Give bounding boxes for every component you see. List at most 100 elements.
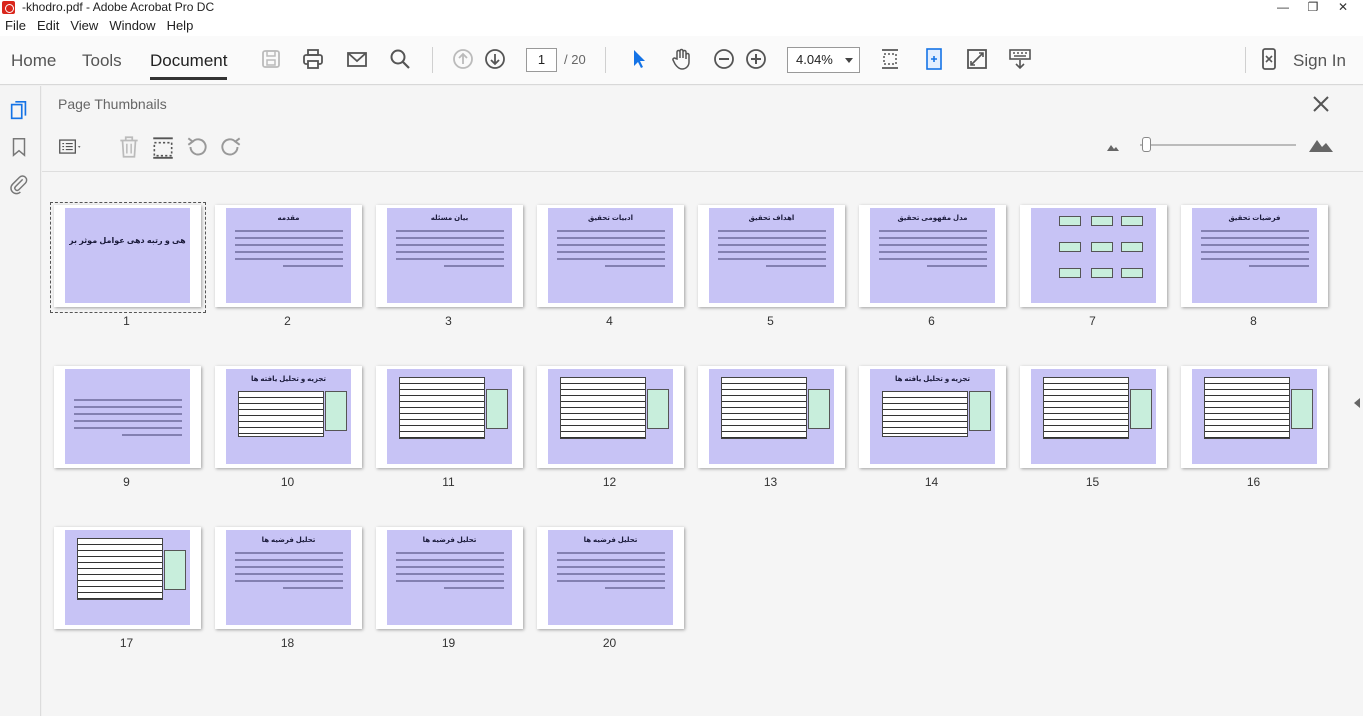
tab-tools[interactable]: Tools [82, 51, 122, 71]
page-number-label: 16 [1246, 475, 1261, 489]
page-thumbnail[interactable]: ادبیات تحقیق 4 [533, 202, 694, 328]
slide-table [882, 391, 968, 437]
slide-legend-box [808, 389, 830, 429]
menu-help[interactable]: Help [162, 17, 200, 36]
page-thumbnail[interactable]: تجزیه و تحلیل یافته ها 10 [211, 363, 372, 489]
select-cursor-icon[interactable] [626, 46, 652, 72]
menu-edit[interactable]: Edit [32, 17, 65, 36]
page-preview: مقدمه [215, 205, 362, 307]
minimize-button[interactable]: — [1268, 0, 1298, 14]
sign-in-link[interactable]: Sign In [1293, 51, 1346, 71]
slide-table [77, 538, 163, 600]
text-line [557, 573, 665, 575]
text-line [927, 265, 987, 267]
page-number-input[interactable]: 1 [526, 48, 557, 72]
page-thumbnail[interactable]: 12 [533, 363, 694, 489]
close-icon[interactable] [1309, 92, 1333, 116]
slide-image: اهداف تحقیق [709, 208, 834, 303]
text-line [1249, 265, 1309, 267]
page-thumbnail[interactable]: تجزیه و تحلیل یافته ها 14 [855, 363, 1016, 489]
rotate-view-icon[interactable] [921, 46, 947, 72]
rotate-right-icon[interactable] [218, 134, 244, 160]
menu-window[interactable]: Window [104, 17, 161, 36]
fit-page-icon[interactable] [877, 46, 903, 72]
text-line [235, 573, 343, 575]
thumbnail-size-slider-track[interactable] [1140, 144, 1296, 146]
slide-title: تحلیل فرضیه ها [583, 537, 638, 544]
large-thumbnail-icon[interactable] [1308, 136, 1334, 153]
small-thumbnail-icon[interactable] [1106, 142, 1120, 152]
page-preview: وزن دهی و رتبه دهی عوامل موثر بر [54, 205, 201, 307]
text-line [718, 251, 826, 253]
page-thumbnail[interactable]: وزن دهی و رتبه دهی عوامل موثر بر 1 [50, 202, 211, 328]
page-thumbnail[interactable]: 7 [1016, 202, 1177, 328]
zoom-out-icon[interactable] [711, 46, 737, 72]
search-icon[interactable] [387, 46, 413, 72]
text-line [396, 230, 504, 232]
page-number-label: 6 [928, 314, 935, 328]
tab-document[interactable]: Document [150, 51, 228, 80]
page-thumbnail[interactable]: مقدمه 2 [211, 202, 372, 328]
email-icon[interactable] [344, 46, 370, 72]
page-preview: تحلیل فرضیه ها [376, 527, 523, 629]
slide-table [399, 377, 485, 439]
slide-title: مقدمه [277, 215, 300, 222]
page-thumbnail[interactable]: 17 [50, 524, 211, 650]
delete-icon[interactable] [116, 134, 142, 160]
text-line [557, 237, 665, 239]
hand-tool-icon[interactable] [668, 46, 694, 72]
thumbnail-size-slider[interactable] [1142, 137, 1151, 152]
bookmark-icon[interactable] [8, 136, 30, 158]
previous-page-icon[interactable] [450, 46, 476, 72]
page-thumbnail[interactable]: 11 [372, 363, 533, 489]
text-line [557, 258, 665, 260]
maximize-button[interactable]: ❐ [1298, 0, 1328, 14]
page-thumbnail[interactable]: 13 [694, 363, 855, 489]
zoom-select[interactable]: 4.04% [787, 47, 860, 73]
keyboard-icon[interactable] [1007, 46, 1033, 72]
page-thumbnail[interactable]: بیان مسئله 3 [372, 202, 533, 328]
page-thumbnail[interactable]: تحلیل فرضیه ها 20 [533, 524, 694, 650]
page-preview: تحلیل فرضیه ها [537, 527, 684, 629]
text-line [557, 559, 665, 561]
slide-image: تحلیل فرضیه ها [387, 530, 512, 625]
page-thumbnail[interactable]: 9 [50, 363, 211, 489]
next-page-icon[interactable] [482, 46, 508, 72]
tab-home[interactable]: Home [11, 51, 56, 71]
page-thumbnail[interactable]: مدل مفهومی تحقیق 6 [855, 202, 1016, 328]
page-thumbnail[interactable]: فرضیات تحقیق 8 [1177, 202, 1338, 328]
toolbar-divider [605, 47, 606, 73]
rotate-left-icon[interactable] [184, 134, 210, 160]
text-line [235, 552, 343, 554]
full-screen-icon[interactable] [964, 46, 990, 72]
slide-image [1031, 208, 1156, 303]
mobile-link-icon[interactable] [1256, 46, 1282, 72]
text-line [235, 559, 343, 561]
toolbar-divider [1245, 47, 1246, 73]
save-icon[interactable] [258, 46, 284, 72]
insert-pages-icon[interactable] [150, 134, 176, 160]
diagram-node [1091, 216, 1113, 226]
slide-image: تجزیه و تحلیل یافته ها [226, 369, 351, 464]
panel-divider [42, 171, 1363, 172]
attachment-icon[interactable] [8, 173, 30, 195]
zoom-in-icon[interactable] [743, 46, 769, 72]
expand-right-panel-icon[interactable] [1354, 398, 1360, 408]
page-thumbnail[interactable]: تحلیل فرضیه ها 19 [372, 524, 533, 650]
page-thumbnail[interactable]: 15 [1016, 363, 1177, 489]
close-window-button[interactable]: ✕ [1328, 0, 1358, 14]
print-icon[interactable] [300, 46, 326, 72]
text-line [396, 258, 504, 260]
text-line [396, 251, 504, 253]
text-line [396, 237, 504, 239]
slide-table [238, 391, 324, 437]
options-menu-icon[interactable] [58, 134, 84, 160]
page-thumbnails-icon[interactable] [8, 100, 30, 122]
page-thumbnail[interactable]: تحلیل فرضیه ها 18 [211, 524, 372, 650]
menu-view[interactable]: View [65, 17, 104, 36]
page-thumbnail[interactable]: اهداف تحقیق 5 [694, 202, 855, 328]
page-thumbnail[interactable]: 16 [1177, 363, 1338, 489]
slide-legend-box [325, 391, 347, 431]
page-preview [698, 366, 845, 468]
menu-file[interactable]: File [0, 17, 32, 36]
